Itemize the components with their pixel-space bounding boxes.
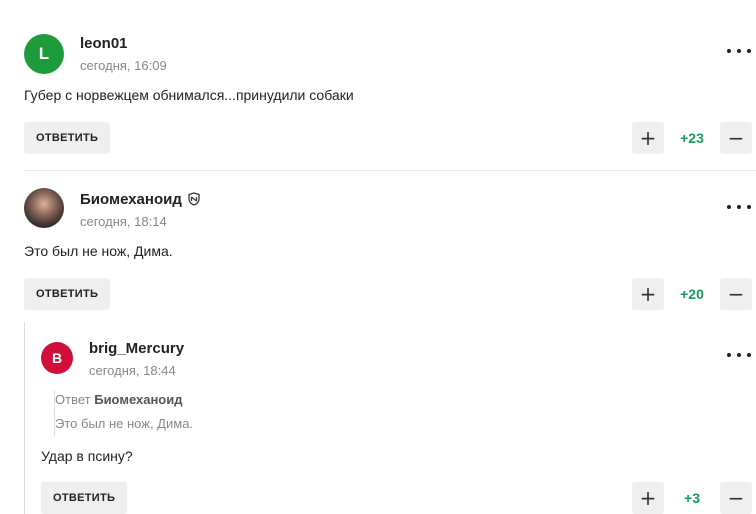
upvote-icon[interactable]: +: [632, 122, 664, 154]
upvote-icon[interactable]: +: [632, 482, 664, 514]
nhl-shield-icon: [187, 192, 201, 206]
comment-text: Удар в псину?: [41, 448, 133, 464]
reply-thread-line: [24, 322, 25, 514]
avatar[interactable]: L: [24, 34, 64, 74]
reply-button[interactable]: ОТВЕТИТЬ: [24, 278, 111, 310]
comment-time: сегодня, 18:44: [89, 363, 176, 378]
quote-text: Это был не нож, Дима.: [55, 416, 194, 431]
comment-time: сегодня, 18:14: [80, 214, 167, 229]
quote-prefix: Ответ: [55, 392, 91, 407]
downvote-icon[interactable]: −: [720, 482, 752, 514]
avatar[interactable]: [24, 188, 64, 228]
divider: [24, 170, 756, 171]
vote-score: +3: [684, 490, 700, 506]
more-options-icon[interactable]: [727, 43, 751, 59]
upvote-icon[interactable]: +: [632, 278, 664, 310]
vote-score: +23: [680, 130, 704, 146]
comment-author[interactable]: brig_Mercury: [89, 340, 184, 357]
downvote-icon[interactable]: −: [720, 278, 752, 310]
comment-text: Это был не нож, Дима.: [24, 243, 173, 259]
reply-button[interactable]: ОТВЕТИТЬ: [41, 482, 128, 514]
comment-author[interactable]: leon01: [80, 35, 128, 52]
vote-score: +20: [680, 286, 704, 302]
comment-author[interactable]: Биомеханоид: [80, 191, 182, 208]
more-options-icon[interactable]: [727, 347, 751, 363]
avatar-letter: B: [51, 350, 63, 366]
comment-time: сегодня, 16:09: [80, 58, 167, 73]
more-options-icon[interactable]: [727, 199, 751, 215]
avatar-letter: L: [38, 44, 50, 63]
downvote-icon[interactable]: −: [720, 122, 752, 154]
reply-button[interactable]: ОТВЕТИТЬ: [24, 122, 111, 154]
avatar[interactable]: B: [41, 342, 73, 374]
quote-author[interactable]: Биомеханоид: [94, 392, 182, 407]
quote-header: Ответ Биомеханоид: [55, 392, 183, 407]
comment-text: Губер с норвежцем обнимался...принудили …: [24, 87, 354, 103]
